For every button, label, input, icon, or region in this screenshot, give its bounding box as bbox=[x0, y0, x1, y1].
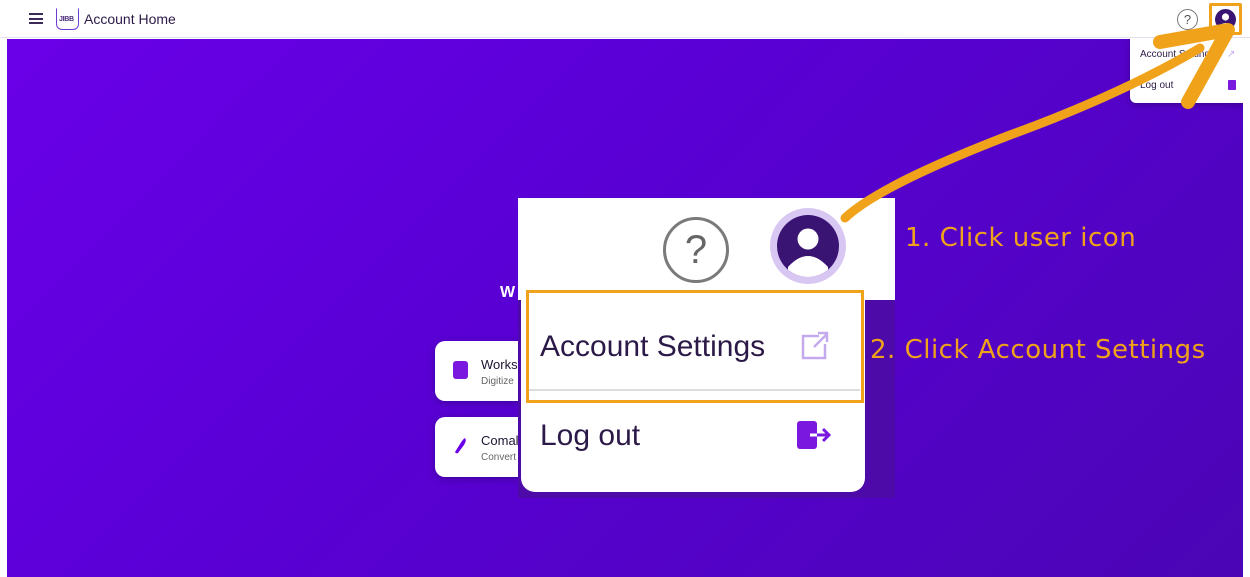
account-settings-menu-item[interactable]: Account Settings bbox=[1140, 49, 1215, 60]
user-icon[interactable] bbox=[1215, 9, 1236, 30]
welcome-heading: W bbox=[500, 284, 516, 301]
logo-text: JIBB bbox=[59, 16, 74, 23]
zoom-question-mark-icon: ? bbox=[663, 217, 729, 283]
logout-icon bbox=[1228, 80, 1236, 90]
page-title: Account Home bbox=[84, 11, 176, 27]
jibb-logo: JIBB bbox=[56, 8, 79, 30]
annotation-step-2: 2. Click Account Settings bbox=[870, 335, 1206, 365]
card-title: Comal bbox=[481, 433, 519, 448]
zoom-logout-icon bbox=[796, 420, 832, 450]
question-mark-icon[interactable]: ? bbox=[1177, 9, 1198, 30]
whiteboard-icon bbox=[453, 361, 468, 379]
account-settings-highlight bbox=[526, 290, 864, 403]
top-bar: JIBB Account Home ? bbox=[0, 0, 1250, 38]
zoom-user-icon bbox=[777, 215, 839, 277]
user-dropdown-menu: Account Settings ↗ Log out bbox=[1130, 39, 1243, 103]
log-out-menu-item[interactable]: Log out bbox=[1140, 80, 1173, 91]
card-description: Digitize bbox=[481, 376, 514, 387]
zoom-log-out-label: Log out bbox=[540, 419, 641, 452]
pen-icon bbox=[453, 437, 468, 455]
card-description: Convert bbox=[481, 452, 517, 463]
annotation-step-1: 1. Click user icon bbox=[905, 223, 1137, 253]
card-title: Works bbox=[481, 357, 518, 372]
user-icon-highlight bbox=[1209, 3, 1242, 35]
hamburger-icon[interactable] bbox=[29, 13, 43, 24]
external-link-icon: ↗ bbox=[1227, 49, 1236, 60]
